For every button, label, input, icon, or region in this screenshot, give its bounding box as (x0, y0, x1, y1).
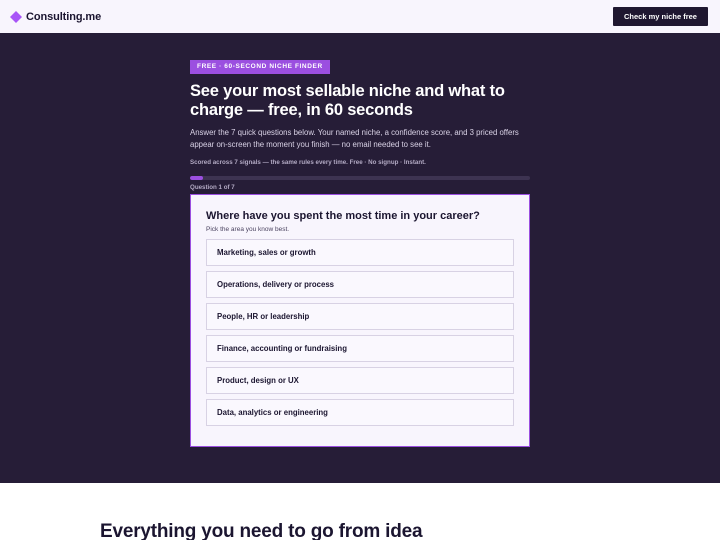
top-bar: Consulting.me Check my niche free (0, 0, 720, 33)
hero-headline: See your most sellable niche and what to… (190, 82, 505, 119)
answer-option-data[interactable]: Data, analytics or engineering (206, 399, 514, 426)
quiz-progress-fill (190, 176, 204, 180)
quiz-progress-bar (190, 176, 530, 180)
scoring-note: Scored across 7 signals — the same rules… (190, 159, 426, 166)
answer-option-product[interactable]: Product, design or UX (206, 367, 514, 394)
features-section-title: Everything you need to go from idea (100, 521, 423, 540)
question-title: Where have you spent the most time in yo… (206, 210, 480, 222)
brand-name: Consulting.me (26, 10, 102, 23)
brand[interactable]: Consulting.me (10, 10, 102, 23)
hero-subtext: Answer the 7 quick questions below. Your… (190, 128, 519, 149)
answer-option-operations[interactable]: Operations, delivery or process (206, 271, 514, 298)
free-badge: FREE · 60-SECOND NICHE FINDER (190, 60, 330, 74)
hero-section: FREE · 60-SECOND NICHE FINDER See your m… (0, 33, 720, 483)
hero-content: FREE · 60-SECOND NICHE FINDER See your m… (190, 55, 530, 191)
question-hint: Pick the area you know best. (206, 226, 290, 233)
answer-option-people[interactable]: People, HR or leadership (206, 303, 514, 330)
answer-options: Marketing, sales or growth Operations, d… (206, 239, 514, 426)
question-card: Where have you spent the most time in yo… (190, 194, 530, 447)
check-niche-button[interactable]: Check my niche free (613, 7, 708, 26)
answer-option-finance[interactable]: Finance, accounting or fundraising (206, 335, 514, 362)
answer-option-marketing[interactable]: Marketing, sales or growth (206, 239, 514, 266)
diamond-logo-icon (10, 10, 22, 23)
question-counter: Question 1 of 7 (190, 184, 235, 191)
